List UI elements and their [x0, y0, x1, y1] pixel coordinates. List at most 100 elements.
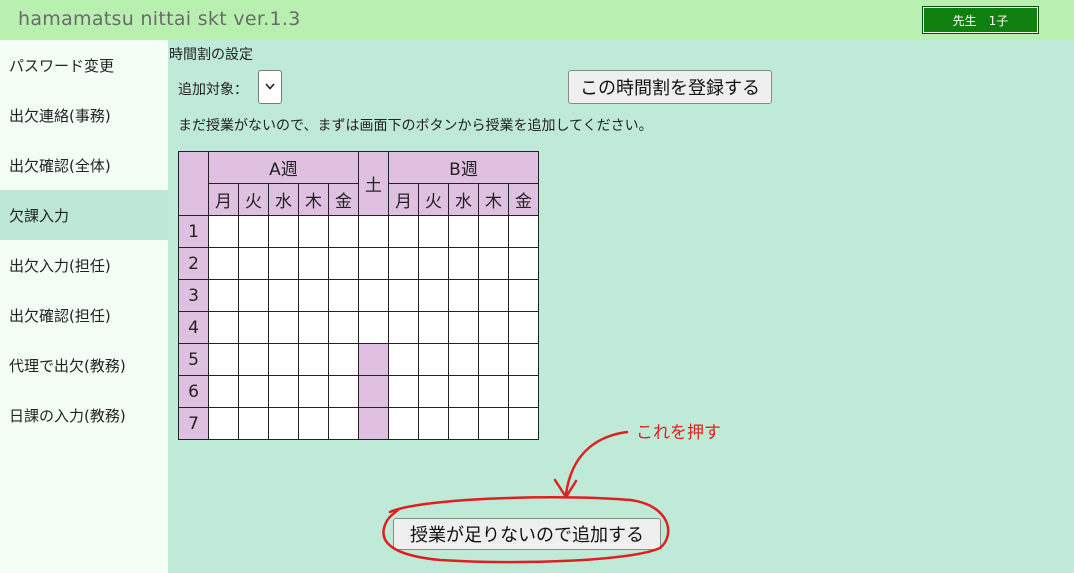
timetable-cell-b[interactable] [478, 343, 509, 376]
timetable-row: 7 [178, 407, 539, 440]
timetable-grid: A週 土 B週 月 火 水 木 金 月 火 水 木 金 1234567 [178, 151, 539, 440]
timetable-cell-a[interactable] [208, 407, 239, 440]
timetable-cell-a[interactable] [268, 215, 299, 248]
timetable-cell-a[interactable] [238, 215, 269, 248]
timetable-row: 1 [178, 215, 539, 248]
timetable-cell-a[interactable] [208, 279, 239, 312]
timetable-cell-a[interactable] [238, 247, 269, 280]
register-timetable-button[interactable]: この時間割を登録する [568, 70, 772, 104]
timetable-cell-b[interactable] [478, 375, 509, 408]
sidebar-item-attendance-check-all[interactable]: 出欠確認(全体) [0, 140, 168, 190]
timetable-cell-a[interactable] [298, 407, 329, 440]
timetable-cell-b[interactable] [388, 311, 419, 344]
timetable-cell-a[interactable] [328, 311, 359, 344]
timetable-cell-a[interactable] [298, 247, 329, 280]
timetable-cell-b[interactable] [388, 279, 419, 312]
timetable-cell-b[interactable] [508, 279, 539, 312]
timetable-cell-b[interactable] [418, 407, 449, 440]
saturday-header: 土 [358, 151, 389, 216]
sidebar-item-proxy-attendance[interactable]: 代理で出欠(教務) [0, 340, 168, 390]
timetable-cell-b[interactable] [508, 311, 539, 344]
sidebar-item-attendance-check-homeroom[interactable]: 出欠確認(担任) [0, 290, 168, 340]
timetable-cell-b[interactable] [388, 247, 419, 280]
timetable-cell-a[interactable] [268, 343, 299, 376]
timetable-cell-b[interactable] [508, 215, 539, 248]
timetable-cell-a[interactable] [208, 375, 239, 408]
timetable-cell-b[interactable] [418, 215, 449, 248]
timetable-cell-b[interactable] [448, 343, 479, 376]
notice-text: まだ授業がないので、まずは画面下のボタンから授業を追加してください。 [178, 118, 653, 134]
timetable-cell-b[interactable] [508, 247, 539, 280]
timetable-cell-b[interactable] [508, 343, 539, 376]
timetable-cell-a[interactable] [328, 215, 359, 248]
user-badge[interactable]: 先生 1子 [922, 6, 1039, 34]
timetable-cell-a[interactable] [328, 343, 359, 376]
app-title: hamamatsu nittai skt ver.1.3 [18, 8, 301, 30]
timetable-cell-b[interactable] [388, 343, 419, 376]
timetable-cell-b[interactable] [448, 279, 479, 312]
target-select[interactable] [258, 70, 282, 104]
timetable-cell-b[interactable] [388, 407, 419, 440]
timetable-cell-b[interactable] [478, 407, 509, 440]
timetable-cell-a[interactable] [268, 279, 299, 312]
timetable-cell-a[interactable] [328, 279, 359, 312]
day-header-b-tue: 火 [418, 183, 449, 216]
timetable-cell-a[interactable] [268, 407, 299, 440]
timetable-cell-a[interactable] [208, 215, 239, 248]
timetable-cell-b[interactable] [448, 247, 479, 280]
add-class-button[interactable]: 授業が足りないので追加する [393, 518, 661, 550]
timetable-cell-a[interactable] [298, 311, 329, 344]
timetable-cell-b[interactable] [448, 215, 479, 248]
timetable-cell-saturday[interactable] [358, 247, 389, 280]
sidebar-item-attendance-contact-office[interactable]: 出欠連絡(事務) [0, 90, 168, 140]
timetable-body: 1234567 [178, 215, 539, 440]
timetable-cell-b[interactable] [508, 375, 539, 408]
timetable-cell-b[interactable] [478, 279, 509, 312]
timetable-cell-saturday[interactable] [358, 311, 389, 344]
timetable-cell-a[interactable] [238, 375, 269, 408]
sidebar-item-password-change[interactable]: パスワード変更 [0, 40, 168, 90]
timetable-cell-b[interactable] [478, 247, 509, 280]
period-label: 1 [178, 215, 209, 248]
timetable-cell-b[interactable] [448, 407, 479, 440]
timetable-cell-b[interactable] [418, 311, 449, 344]
timetable-cell-a[interactable] [328, 407, 359, 440]
timetable-cell-a[interactable] [208, 247, 239, 280]
timetable-cell-b[interactable] [508, 407, 539, 440]
timetable-cell-a[interactable] [268, 311, 299, 344]
sidebar-item-attendance-input-homeroom[interactable]: 出欠入力(担任) [0, 240, 168, 290]
sidebar-item-absence-input[interactable]: 欠課入力 [0, 190, 168, 240]
timetable-cell-a[interactable] [298, 343, 329, 376]
timetable-cell-b[interactable] [478, 215, 509, 248]
chevron-down-icon [265, 82, 275, 93]
timetable-cell-b[interactable] [478, 311, 509, 344]
timetable-cell-a[interactable] [238, 311, 269, 344]
timetable-cell-b[interactable] [418, 343, 449, 376]
day-header-a-tue: 火 [238, 183, 269, 216]
timetable-cell-b[interactable] [448, 311, 479, 344]
timetable-cell-a[interactable] [268, 247, 299, 280]
timetable-cell-a[interactable] [238, 343, 269, 376]
timetable-cell-b[interactable] [418, 375, 449, 408]
timetable-cell-a[interactable] [298, 375, 329, 408]
timetable-cell-a[interactable] [328, 375, 359, 408]
timetable-cell-a[interactable] [298, 279, 329, 312]
timetable-cell-b[interactable] [388, 375, 419, 408]
day-header-a-mon: 月 [208, 183, 239, 216]
timetable-cell-a[interactable] [298, 215, 329, 248]
timetable-cell-a[interactable] [208, 343, 239, 376]
timetable-cell-a[interactable] [208, 311, 239, 344]
sidebar-item-daily-schedule-input[interactable]: 日課の入力(教務) [0, 390, 168, 440]
timetable-cell-a[interactable] [238, 279, 269, 312]
timetable-cell-b[interactable] [418, 247, 449, 280]
timetable-cell-a[interactable] [268, 375, 299, 408]
timetable-cell-b[interactable] [418, 279, 449, 312]
timetable-cell-b[interactable] [388, 215, 419, 248]
timetable-cell-a[interactable] [328, 247, 359, 280]
timetable-cell-b[interactable] [448, 375, 479, 408]
target-label: 追加対象： [178, 82, 248, 98]
timetable-cell-saturday[interactable] [358, 215, 389, 248]
timetable-cell-saturday[interactable] [358, 279, 389, 312]
timetable-row: 2 [178, 247, 539, 280]
timetable-cell-a[interactable] [238, 407, 269, 440]
